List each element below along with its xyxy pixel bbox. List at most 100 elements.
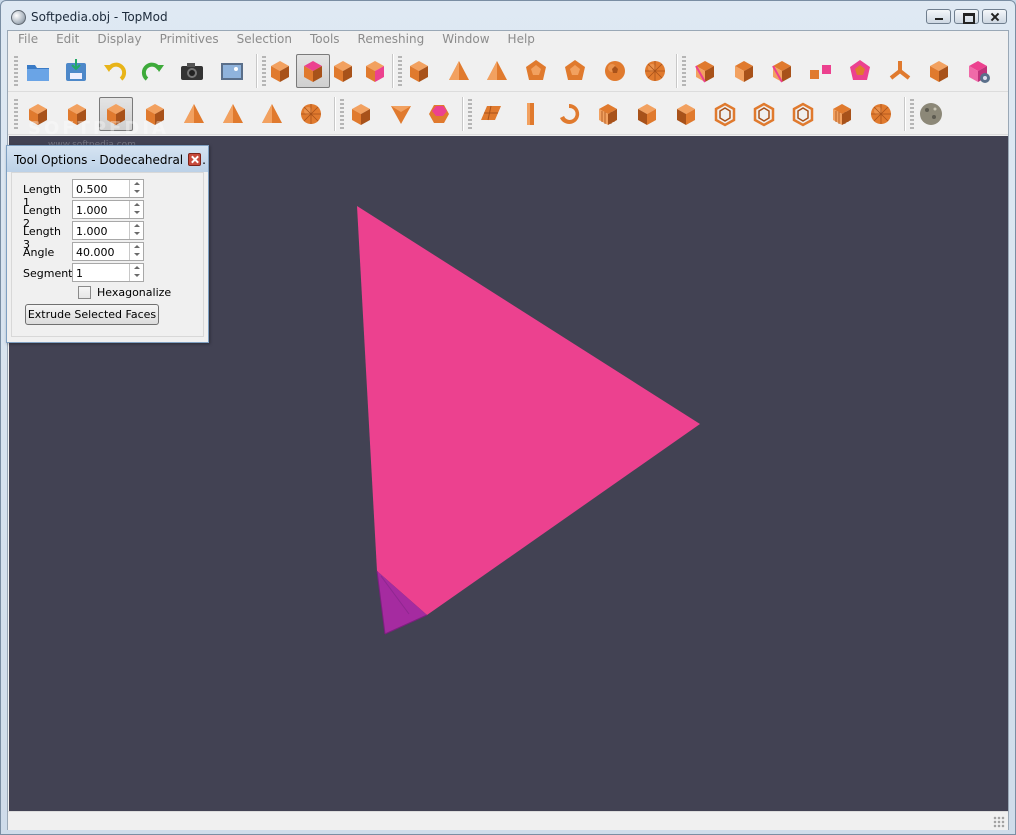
hole-button[interactable] bbox=[747, 97, 781, 131]
hexagonalize-checkbox[interactable] bbox=[78, 286, 91, 299]
edge-select-button[interactable] bbox=[326, 54, 360, 88]
hole-icon bbox=[753, 102, 775, 127]
toolbar-grip[interactable] bbox=[468, 99, 472, 129]
sierpinski-button[interactable] bbox=[552, 97, 586, 131]
rind-button[interactable] bbox=[630, 97, 664, 131]
toolbar-grip[interactable] bbox=[14, 99, 18, 129]
spin-value: 1.000 bbox=[76, 204, 108, 217]
menu-tools[interactable]: Tools bbox=[300, 31, 348, 49]
menu-primitives[interactable]: Primitives bbox=[150, 31, 227, 49]
resize-grip[interactable] bbox=[993, 816, 1005, 828]
spin-up-icon[interactable] bbox=[130, 201, 143, 209]
camera-button[interactable] bbox=[175, 54, 209, 88]
title-bar[interactable]: Softpedia.obj - TopMod bbox=[1, 1, 1015, 31]
dome-extrude-button[interactable] bbox=[294, 97, 328, 131]
spin-down-icon[interactable] bbox=[130, 230, 143, 238]
extrude-selected-faces-button[interactable]: Extrude Selected Faces bbox=[25, 304, 159, 325]
soccerball-button[interactable] bbox=[598, 54, 632, 88]
toolbar-separator bbox=[904, 97, 906, 131]
octahedral-extrude-button[interactable] bbox=[177, 97, 211, 131]
angle-spinbox[interactable]: 40.000 bbox=[72, 242, 144, 261]
length-3-spinbox[interactable]: 1.000 bbox=[72, 221, 144, 240]
maximize-button[interactable] bbox=[954, 9, 979, 24]
insert-edge-button[interactable] bbox=[688, 54, 722, 88]
splice-corners-button[interactable] bbox=[883, 54, 917, 88]
grid-button[interactable] bbox=[825, 97, 859, 131]
spin-down-icon[interactable] bbox=[130, 209, 143, 217]
settings-button[interactable] bbox=[961, 54, 995, 88]
menu-selection[interactable]: Selection bbox=[227, 31, 300, 49]
sculpt-button[interactable] bbox=[864, 97, 898, 131]
connect-edges-button[interactable] bbox=[843, 54, 877, 88]
spin-down-icon[interactable] bbox=[130, 188, 143, 196]
spin-value: 40.000 bbox=[76, 246, 115, 259]
menu-remeshing[interactable]: Remeshing bbox=[348, 31, 433, 49]
corner-select-icon bbox=[366, 61, 384, 82]
minimize-button[interactable] bbox=[926, 9, 951, 24]
tool-options-close-button[interactable] bbox=[188, 153, 201, 166]
multiface-button[interactable] bbox=[422, 97, 456, 131]
close-button[interactable] bbox=[982, 9, 1007, 24]
subdivide-edge-icon bbox=[810, 65, 831, 79]
menu-display[interactable]: Display bbox=[87, 31, 149, 49]
spin-up-icon[interactable] bbox=[130, 243, 143, 251]
texture-button[interactable] bbox=[914, 97, 948, 131]
save-button[interactable] bbox=[59, 54, 93, 88]
toolbar-separator bbox=[462, 97, 464, 131]
delete-edge-button[interactable] bbox=[727, 54, 761, 88]
field-label: Angle bbox=[23, 246, 55, 259]
tetrahedron-button[interactable] bbox=[442, 54, 476, 88]
collapse-edge-button[interactable] bbox=[765, 54, 799, 88]
redo-button[interactable] bbox=[136, 54, 170, 88]
screenshot-button[interactable] bbox=[215, 54, 249, 88]
pyramid-button[interactable] bbox=[480, 54, 514, 88]
geodesic-icon bbox=[645, 61, 665, 81]
lattice-button[interactable] bbox=[786, 97, 820, 131]
delete-edge-icon bbox=[735, 61, 753, 82]
field-label: Segments bbox=[23, 267, 79, 280]
transforms-button[interactable] bbox=[922, 54, 956, 88]
menu-window[interactable]: Window bbox=[432, 31, 497, 49]
double-stellate-button[interactable] bbox=[255, 97, 289, 131]
column-button[interactable] bbox=[513, 97, 547, 131]
convex-hull-button[interactable] bbox=[384, 97, 418, 131]
settings-icon bbox=[969, 61, 990, 83]
wireframe-button[interactable] bbox=[474, 97, 508, 131]
tool-options-titlebar[interactable]: Tool Options - Dodecahedral E... bbox=[7, 146, 208, 172]
spin-down-icon[interactable] bbox=[130, 251, 143, 259]
length-1-spinbox[interactable]: 0.500 bbox=[72, 179, 144, 198]
menu-file[interactable]: File bbox=[8, 31, 46, 49]
conical-button[interactable] bbox=[344, 97, 378, 131]
toolbar-grip[interactable] bbox=[14, 56, 18, 86]
spin-up-icon[interactable] bbox=[130, 264, 143, 272]
crust-button[interactable] bbox=[669, 97, 703, 131]
wireframe-modeling-button[interactable] bbox=[708, 97, 742, 131]
open-folder-button[interactable] bbox=[21, 54, 55, 88]
undo-icon bbox=[104, 62, 127, 81]
spin-up-icon[interactable] bbox=[130, 180, 143, 188]
tool-options-panel: Tool Options - Dodecahedral E... Length … bbox=[6, 145, 209, 343]
vertex-select-button[interactable] bbox=[263, 54, 297, 88]
toolbar-separator bbox=[256, 54, 258, 88]
selected-face bbox=[357, 206, 700, 615]
sculpt-icon bbox=[871, 104, 891, 124]
corner-select-button[interactable] bbox=[358, 54, 392, 88]
spin-down-icon[interactable] bbox=[130, 272, 143, 280]
face-select-button[interactable] bbox=[296, 54, 330, 88]
undo-button[interactable] bbox=[98, 54, 132, 88]
cube-button[interactable] bbox=[402, 54, 436, 88]
dodecahedron-button[interactable] bbox=[519, 54, 553, 88]
menger-button[interactable] bbox=[591, 97, 625, 131]
segments-spinbox[interactable]: 1 bbox=[72, 263, 144, 282]
menu-help[interactable]: Help bbox=[498, 31, 543, 49]
subdivide-edge-button[interactable] bbox=[804, 54, 838, 88]
camera-icon bbox=[181, 63, 203, 80]
icosahedron-button[interactable] bbox=[558, 54, 592, 88]
geodesic-button[interactable] bbox=[638, 54, 672, 88]
menu-edit[interactable]: Edit bbox=[46, 31, 87, 49]
tool-options-title: Tool Options - Dodecahedral E... bbox=[14, 153, 206, 167]
spin-up-icon[interactable] bbox=[130, 222, 143, 230]
length-2-spinbox[interactable]: 1.000 bbox=[72, 200, 144, 219]
toolbar-grip[interactable] bbox=[682, 56, 686, 86]
stellate-extrude-button[interactable] bbox=[216, 97, 250, 131]
